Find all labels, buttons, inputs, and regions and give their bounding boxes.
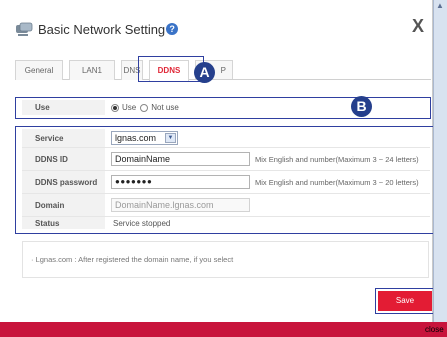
dialog-header: Basic Network Setting ? [15, 17, 179, 41]
tab-lan1[interactable]: LAN1 [69, 60, 115, 80]
callout-badge-b: B [351, 96, 372, 117]
bottom-bar [0, 322, 447, 337]
tab-bar: General LAN1 DNS DDNS P [15, 60, 431, 81]
scroll-up-arrow-icon[interactable]: ▲ [433, 0, 447, 12]
network-icon [16, 22, 33, 36]
callout-outline-d [375, 288, 435, 314]
scrollbar[interactable] [433, 0, 447, 322]
help-icon[interactable]: ? [166, 23, 179, 35]
basic-network-setting-dialog: Basic Network Setting ? X General LAN1 D… [0, 0, 447, 322]
callout-outline-c [15, 126, 435, 234]
close-icon[interactable]: X [412, 16, 424, 37]
dialog-title: Basic Network Setting [38, 21, 166, 37]
callout-badge-a: A [194, 62, 215, 83]
info-note: · Lgnas.com : After registered the domai… [22, 241, 429, 278]
tab-general[interactable]: General [15, 60, 63, 80]
close-link[interactable]: close [425, 325, 444, 334]
